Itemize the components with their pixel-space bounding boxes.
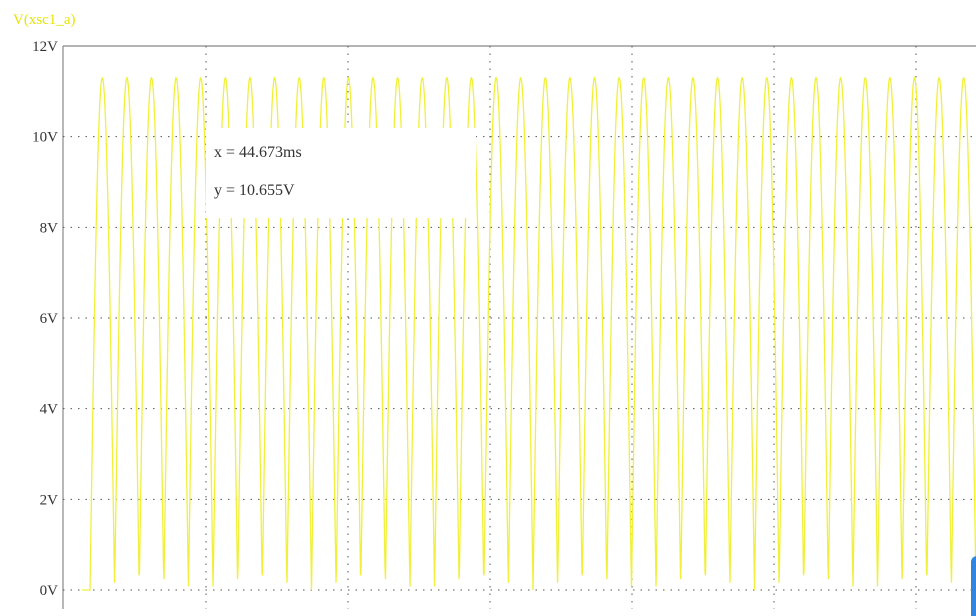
cursor-readout: x = 44.673ms y = 10.655V xyxy=(206,128,476,218)
series-label: V(xsc1_a) xyxy=(13,12,76,28)
scroll-handle[interactable] xyxy=(971,556,976,616)
cursor-x-readout: x = 44.673ms xyxy=(214,144,302,161)
y-tick-label: 2V xyxy=(40,492,59,508)
y-tick-label: 12V xyxy=(32,39,58,55)
plot-area[interactable]: 0V 2V 4V 6V 8V 10V 12V xyxy=(0,0,976,609)
y-tick-label: 4V xyxy=(40,402,59,418)
y-tick-label: 8V xyxy=(40,220,59,236)
cursor-y-readout: y = 10.655V xyxy=(214,182,295,199)
y-tick-label: 10V xyxy=(32,130,58,146)
y-tick-label: 0V xyxy=(40,583,59,599)
y-tick-label: 6V xyxy=(40,311,59,327)
